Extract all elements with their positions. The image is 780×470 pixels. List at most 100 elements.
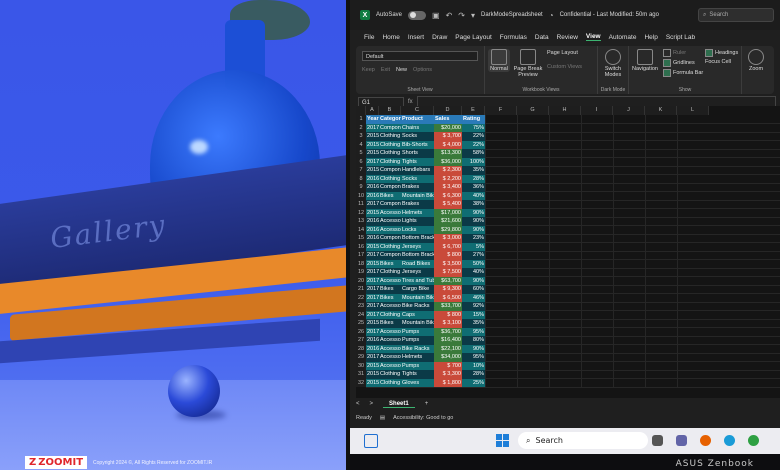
- table-cell[interactable]: 2015: [366, 319, 379, 328]
- table-cell[interactable]: $ 3,700: [434, 132, 462, 141]
- table-cell[interactable]: Gloves: [401, 378, 434, 387]
- redo-icon[interactable]: ↷: [458, 11, 465, 20]
- table-cell[interactable]: $ 3,500: [434, 259, 462, 268]
- table-cell[interactable]: 2017: [366, 302, 379, 311]
- table-cell[interactable]: Clothing: [379, 378, 401, 387]
- column-header-a[interactable]: A: [366, 106, 379, 115]
- table-header-year[interactable]: Year: [366, 115, 379, 124]
- ruler-checkbox[interactable]: Ruler: [663, 49, 686, 57]
- table-cell[interactable]: Accessories: [379, 344, 401, 353]
- column-header-l[interactable]: L: [677, 106, 709, 115]
- table-cell[interactable]: 2017: [366, 353, 379, 362]
- table-cell[interactable]: 90%: [462, 276, 485, 285]
- row-header[interactable]: 13: [356, 217, 366, 226]
- tab-insert[interactable]: Insert: [408, 34, 424, 41]
- table-cell[interactable]: 5%: [462, 242, 485, 251]
- table-cell[interactable]: Brakes: [401, 183, 434, 192]
- page-layout-button[interactable]: Page Layout: [547, 50, 578, 56]
- column-header-k[interactable]: K: [645, 106, 677, 115]
- tab-file[interactable]: File: [364, 34, 374, 41]
- table-cell[interactable]: 2015: [366, 370, 379, 379]
- row-header[interactable]: 30: [356, 361, 366, 370]
- table-cell[interactable]: Components: [379, 200, 401, 209]
- table-cell[interactable]: 25%: [462, 378, 485, 387]
- table-header-sales[interactable]: Sales: [434, 115, 462, 124]
- table-cell[interactable]: Accessories: [379, 276, 401, 285]
- table-cell[interactable]: Accessories: [379, 327, 401, 336]
- table-cell[interactable]: 2017: [366, 268, 379, 277]
- table-cell[interactable]: 90%: [462, 225, 485, 234]
- row-header[interactable]: 9: [356, 183, 366, 192]
- table-cell[interactable]: 95%: [462, 353, 485, 362]
- row-header[interactable]: 7: [356, 166, 366, 175]
- table-cell[interactable]: 50%: [462, 259, 485, 268]
- table-cell[interactable]: 2017: [366, 123, 379, 132]
- row-header[interactable]: 26: [356, 327, 366, 336]
- table-cell[interactable]: 2015: [366, 378, 379, 387]
- tab-formulas[interactable]: Formulas: [500, 34, 527, 41]
- column-header-h[interactable]: H: [549, 106, 581, 115]
- table-cell[interactable]: 2015: [366, 149, 379, 158]
- table-cell[interactable]: Bottom Brackets: [401, 234, 434, 243]
- fx-icon[interactable]: fx: [408, 99, 413, 105]
- search-box[interactable]: ⌕ Search: [698, 8, 774, 22]
- table-cell[interactable]: Helmets: [401, 353, 434, 362]
- save-icon[interactable]: ▣: [432, 11, 440, 20]
- row-header[interactable]: 31: [356, 370, 366, 379]
- table-cell[interactable]: Accessories: [379, 225, 401, 234]
- macro-icon[interactable]: ▤: [380, 415, 385, 421]
- sheet-view-dropdown[interactable]: Default: [362, 51, 478, 61]
- table-cell[interactable]: 2015: [366, 259, 379, 268]
- column-header-i[interactable]: I: [581, 106, 613, 115]
- table-cell[interactable]: Components: [379, 183, 401, 192]
- add-sheet-button[interactable]: +: [425, 401, 429, 407]
- gridlines-checkbox[interactable]: Gridlines: [663, 59, 695, 67]
- table-cell[interactable]: 2017: [366, 276, 379, 285]
- table-cell[interactable]: Caps: [401, 310, 434, 319]
- table-cell[interactable]: 90%: [462, 217, 485, 226]
- table-cell[interactable]: Components: [379, 234, 401, 243]
- table-cell[interactable]: Components: [379, 166, 401, 175]
- options-button[interactable]: Options: [413, 67, 432, 73]
- sheet-tab[interactable]: Sheet1: [383, 401, 415, 408]
- row-header[interactable]: 12: [356, 208, 366, 217]
- tab-help[interactable]: Help: [644, 34, 657, 41]
- table-cell[interactable]: Jerseys: [401, 268, 434, 277]
- table-cell[interactable]: Accessories: [379, 208, 401, 217]
- table-cell[interactable]: Shorts: [401, 149, 434, 158]
- table-cell[interactable]: $ 6,300: [434, 191, 462, 200]
- formula-bar-checkbox[interactable]: Formula Bar: [663, 69, 703, 77]
- table-cell[interactable]: 100%: [462, 157, 485, 166]
- qat-more-icon[interactable]: ▾: [471, 11, 475, 20]
- table-cell[interactable]: Accessories: [379, 302, 401, 311]
- table-cell[interactable]: 27%: [462, 251, 485, 260]
- zoom-button[interactable]: Zoom: [746, 49, 766, 72]
- exit-button[interactable]: Exit: [381, 67, 390, 73]
- table-cell[interactable]: 2016: [366, 183, 379, 192]
- table-cell[interactable]: 2015: [366, 166, 379, 175]
- table-cell[interactable]: 2015: [366, 132, 379, 141]
- table-cell[interactable]: Accessories: [379, 361, 401, 370]
- column-header-d[interactable]: D: [434, 106, 462, 115]
- table-cell[interactable]: 2015: [366, 242, 379, 251]
- table-cell[interactable]: Helmets: [401, 208, 434, 217]
- tab-page-layout[interactable]: Page Layout: [455, 34, 492, 41]
- headings-checkbox[interactable]: Headings: [705, 49, 738, 57]
- table-cell[interactable]: Bib-Shorts: [401, 140, 434, 149]
- table-cell[interactable]: Socks: [401, 132, 434, 141]
- table-cell[interactable]: Clothing: [379, 174, 401, 183]
- table-cell[interactable]: $63,700: [434, 276, 462, 285]
- table-cell[interactable]: 2017: [366, 157, 379, 166]
- row-header[interactable]: 8: [356, 174, 366, 183]
- table-cell[interactable]: 22%: [462, 132, 485, 141]
- table-cell[interactable]: 2017: [366, 251, 379, 260]
- column-header-f[interactable]: F: [485, 106, 517, 115]
- row-header[interactable]: 18: [356, 259, 366, 268]
- autosave-toggle[interactable]: [408, 10, 427, 20]
- select-all-corner[interactable]: [356, 106, 366, 115]
- table-cell[interactable]: Bikes: [379, 319, 401, 328]
- table-cell[interactable]: Road Bikes: [401, 259, 434, 268]
- table-cell[interactable]: 2016: [366, 191, 379, 200]
- tab-script-lab[interactable]: Script Lab: [666, 34, 695, 41]
- row-header[interactable]: 16: [356, 242, 366, 251]
